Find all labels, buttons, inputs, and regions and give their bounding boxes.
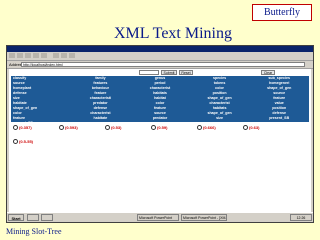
taskbar-item[interactable] (27, 214, 39, 221)
option-radio[interactable]: (0.5-55) (13, 139, 33, 145)
option-label: (0.59) (157, 125, 168, 130)
radio-icon[interactable] (151, 125, 156, 131)
home-icon[interactable] (41, 53, 47, 58)
stop-icon[interactable] (25, 53, 31, 58)
start-button[interactable]: Start (8, 214, 24, 221)
web-page: Submit Reset Clear classify family genus sp… (9, 69, 311, 212)
option-radio[interactable]: (0.593) (59, 125, 78, 131)
browser-toolbar (7, 52, 313, 61)
option-label: (0.666) (203, 125, 216, 130)
option-row-1: (0.357) (0.593) (0.53) (0.59) (0.666) (0.63) (13, 125, 309, 131)
results-panel: classify family genus species sub_species sou… (11, 76, 309, 125)
favorites-icon[interactable] (61, 53, 67, 58)
taskbar-clock: 12:26 (290, 214, 312, 221)
radio-icon[interactable] (13, 139, 18, 145)
option-label: (0.53) (111, 125, 122, 130)
radio-icon[interactable] (197, 125, 202, 131)
option-label: (0.593) (65, 125, 78, 130)
slide-badge: Butterfly (252, 4, 312, 21)
radio-icon[interactable] (105, 125, 110, 131)
option-radio[interactable]: (0.666) (197, 125, 216, 131)
results-table: classify family genus species sub_species sou… (11, 76, 309, 126)
option-radio[interactable]: (0.59) (151, 125, 167, 131)
option-radio[interactable]: (0.63) (243, 125, 259, 131)
option-radio[interactable]: (0.357) (13, 125, 32, 131)
browser-screenshot: Address http://localhost/index.html Subm… (6, 45, 314, 223)
history-icon[interactable] (69, 53, 75, 58)
taskbar-item[interactable]: Microsoft PowerPoint (137, 214, 179, 221)
reset-button[interactable]: Reset (179, 70, 193, 75)
radio-icon[interactable] (13, 125, 18, 131)
search-icon[interactable] (53, 53, 59, 58)
clear-button[interactable]: Clear (261, 70, 275, 75)
option-radio[interactable]: (0.53) (105, 125, 121, 131)
address-input[interactable]: http://localhost/index.html (21, 62, 305, 67)
search-input[interactable] (139, 70, 159, 75)
option-row-2: (0.5-55) (13, 139, 309, 145)
submit-button[interactable]: Submit (161, 70, 177, 75)
slide-footer: Mining Slot-Tree (6, 227, 62, 236)
option-label: (0.5-55) (19, 139, 34, 144)
taskbar: Start Microsoft PowerPoint Microsoft Pow… (7, 212, 313, 222)
option-label: (0.357) (19, 125, 32, 130)
refresh-icon[interactable] (33, 53, 39, 58)
taskbar-item[interactable]: Microsoft PowerPoint - [XM... (181, 214, 227, 221)
taskbar-item[interactable] (41, 214, 53, 221)
back-icon[interactable] (9, 53, 15, 58)
forward-icon[interactable] (17, 53, 23, 58)
radio-icon[interactable] (243, 125, 248, 131)
radio-icon[interactable] (59, 125, 64, 131)
address-bar: Address http://localhost/index.html (7, 61, 313, 69)
slide-title: XML Text Mining (114, 25, 232, 42)
option-label: (0.63) (249, 125, 260, 130)
